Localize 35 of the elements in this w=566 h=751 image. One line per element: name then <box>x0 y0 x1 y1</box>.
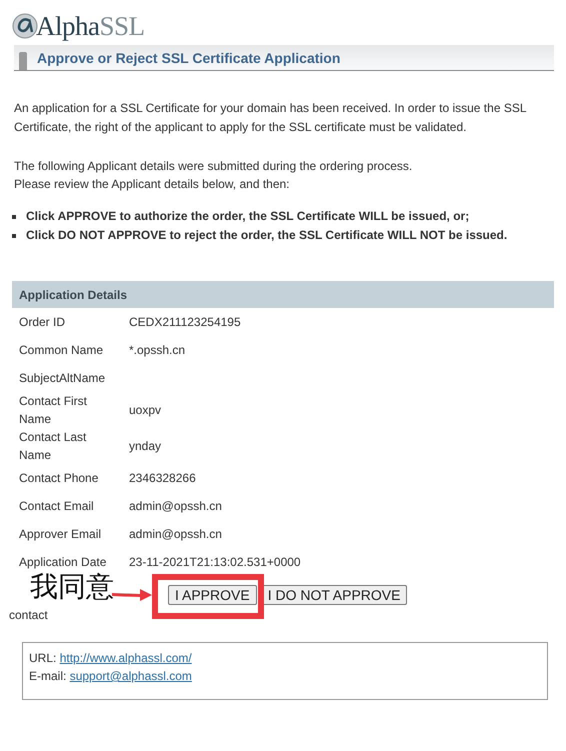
email-link[interactable]: support@alphassl.com <box>70 669 192 683</box>
field-label: Contact Phone <box>19 470 100 487</box>
alpha-logo-icon <box>12 13 38 39</box>
arrow-annotation-icon <box>112 586 152 602</box>
field-value: admin@opssh.cn <box>129 499 222 513</box>
contact-label: contact <box>9 608 49 624</box>
intro-line: The following Applicant details were submitted during the ordering process. <box>14 158 414 175</box>
field-label: Common Name <box>19 342 104 359</box>
intro-paragraph: An application for a SSL Certificate for your domain has been received. In order to issue the SSL Certificate, the right of the applicant to apply for the SSL certificate must be validated. <box>14 100 528 136</box>
field-label: Application Date <box>19 554 108 571</box>
field-label: Contact Email <box>19 498 95 515</box>
intro-line: Please review the Applicant details below, and then: <box>14 176 291 193</box>
logo-text: AlphaSSL <box>36 11 145 41</box>
field-label: Contact First Name <box>19 393 88 428</box>
approve-button[interactable]: I APPROVE <box>168 585 257 605</box>
email-label: E-mail: <box>29 669 66 683</box>
field-label: Approver Email <box>19 526 102 543</box>
instruction-text: Click APPROVE to authorize the order, the SSL Certificate WILL be issued, or; <box>26 208 470 225</box>
instruction-text: Click DO NOT APPROVE to reject the order, the SSL Certificate WILL NOT be issued. <box>26 227 508 244</box>
field-label: SubjectAltName <box>19 370 106 387</box>
field-label: Order ID <box>19 314 66 331</box>
field-value: admin@opssh.cn <box>129 527 222 541</box>
field-value: 23-11-2021T21:13:02.531+0000 <box>129 555 301 569</box>
heading-tab-marker <box>19 52 27 70</box>
annotation-text: 我同意 <box>30 569 114 605</box>
field-value: 2346328266 <box>129 471 196 485</box>
details-header: Application Details <box>12 281 554 308</box>
page-heading: Approve or Reject SSL Certificate Application <box>37 50 340 66</box>
field-value: ynday <box>129 439 162 453</box>
field-label: Contact Last Name <box>19 429 88 464</box>
url-label: URL: <box>29 651 56 665</box>
url-link[interactable]: http://www.alphassl.com/ <box>60 651 192 665</box>
field-value: CEDX211123254195 <box>129 315 241 329</box>
field-value: uoxpv <box>129 403 162 417</box>
field-value: *.opssh.cn <box>129 343 186 357</box>
